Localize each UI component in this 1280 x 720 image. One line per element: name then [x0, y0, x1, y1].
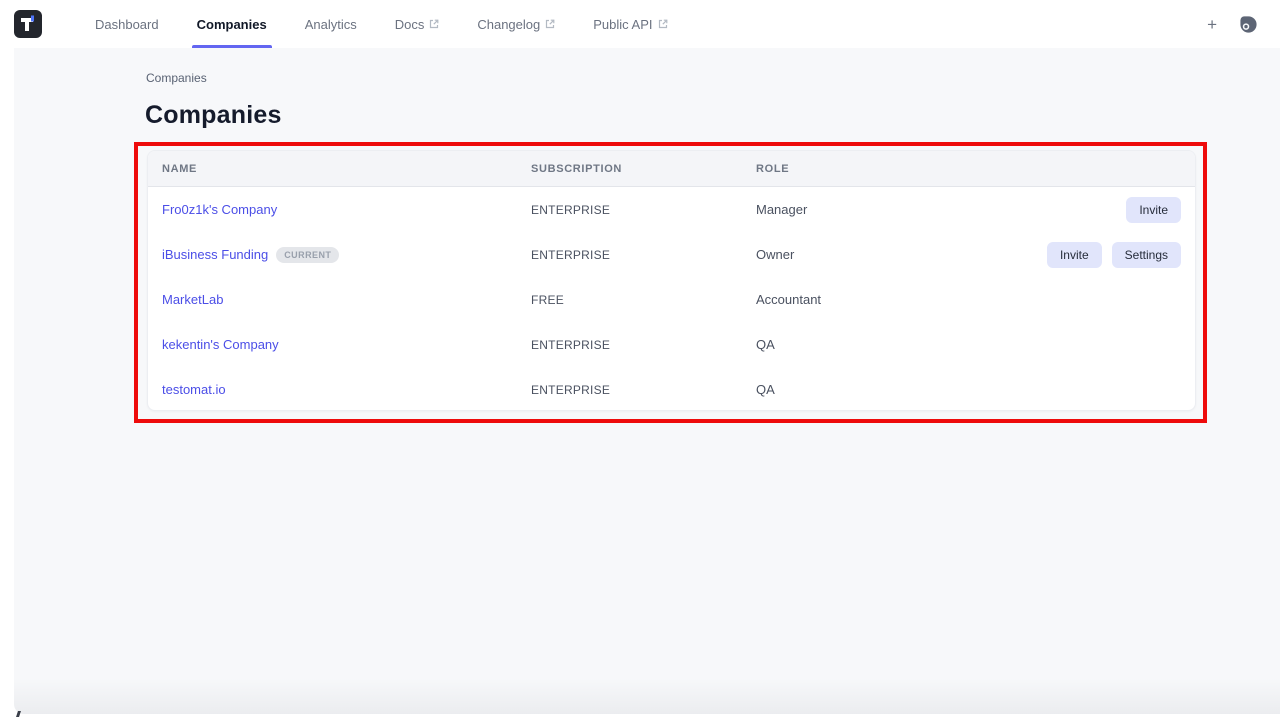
- role-cell: QA: [756, 337, 996, 352]
- content-area: Companies Companies NAME SUBSCRIPTION RO…: [14, 48, 1280, 714]
- nav-item-docs[interactable]: Docs: [376, 0, 459, 48]
- table-body: Fro0z1k's CompanyENTERPRISEManagerInvite…: [148, 187, 1195, 411]
- company-link[interactable]: Fro0z1k's Company: [162, 202, 277, 217]
- company-link[interactable]: kekentin's Company: [162, 337, 279, 352]
- user-avatar[interactable]: [1239, 15, 1258, 34]
- nav-item-label: Public API: [593, 17, 652, 32]
- column-header-subscription: SUBSCRIPTION: [531, 163, 756, 175]
- topbar-actions: +: [1207, 15, 1280, 34]
- column-header-role: ROLE: [756, 163, 996, 175]
- subscription-cell: ENTERPRISE: [531, 383, 756, 397]
- table-row: kekentin's Company ENTERPRISEQA: [148, 322, 1195, 367]
- add-button[interactable]: +: [1207, 16, 1217, 33]
- table-row: iBusiness FundingCURRENTENTERPRISEOwnerI…: [148, 232, 1195, 277]
- subscription-cell: ENTERPRISE: [531, 248, 756, 262]
- main-nav: Dashboard Companies Analytics Docs Changelog…: [76, 0, 687, 48]
- company-link[interactable]: testomat.io: [162, 382, 226, 397]
- nav-item-analytics[interactable]: Analytics: [286, 0, 376, 48]
- role-cell: Owner: [756, 247, 996, 262]
- company-name-cell: iBusiness Funding CURRENT: [162, 247, 531, 263]
- nav-item-changelog[interactable]: Changelog: [458, 0, 574, 48]
- nav-item-dashboard[interactable]: Dashboard: [76, 0, 178, 48]
- company-name-cell: kekentin's Company: [162, 337, 531, 352]
- role-cell: Manager: [756, 202, 996, 217]
- external-link-icon: [658, 20, 668, 29]
- table-header-row: NAME SUBSCRIPTION ROLE: [148, 151, 1195, 187]
- external-link-icon: [429, 20, 439, 29]
- table-row: MarketLab FREEAccountant: [148, 277, 1195, 322]
- nav-item-public-api[interactable]: Public API: [574, 0, 686, 48]
- company-name-cell: MarketLab: [162, 292, 531, 307]
- role-cell: Accountant: [756, 292, 996, 307]
- invite-button[interactable]: Invite: [1047, 242, 1102, 268]
- table-row: Fro0z1k's Company ENTERPRISEManager Invite: [148, 187, 1195, 232]
- row-actions: Invite Settings: [996, 242, 1181, 268]
- table-row: testomat.io ENTERPRISEQA: [148, 367, 1195, 411]
- company-name-cell: testomat.io: [162, 382, 531, 397]
- role-cell: QA: [756, 382, 996, 397]
- invite-button[interactable]: Invite: [1126, 197, 1181, 223]
- nav-item-label: Dashboard: [95, 17, 159, 32]
- company-link[interactable]: MarketLab: [162, 292, 223, 307]
- companies-table: NAME SUBSCRIPTION ROLE Fro0z1k's Company…: [147, 150, 1196, 411]
- nav-item-label: Companies: [197, 17, 267, 32]
- subscription-cell: ENTERPRISE: [531, 338, 756, 352]
- cursor-artifact: [16, 711, 21, 717]
- settings-button[interactable]: Settings: [1112, 242, 1181, 268]
- app-logo-icon[interactable]: [14, 10, 42, 38]
- company-link[interactable]: iBusiness Funding: [162, 247, 268, 262]
- page-title: Companies: [145, 101, 282, 130]
- topbar: Dashboard Companies Analytics Docs Changelog…: [0, 0, 1280, 48]
- company-name-cell: Fro0z1k's Company: [162, 202, 531, 217]
- nav-item-label: Docs: [395, 17, 425, 32]
- subscription-cell: FREE: [531, 293, 756, 307]
- column-header-name: NAME: [162, 163, 531, 175]
- external-link-icon: [545, 20, 555, 29]
- subscription-cell: ENTERPRISE: [531, 203, 756, 217]
- row-actions: Invite: [996, 197, 1181, 223]
- nav-item-label: Analytics: [305, 17, 357, 32]
- current-badge: CURRENT: [276, 247, 339, 263]
- nav-item-label: Changelog: [477, 17, 540, 32]
- breadcrumb[interactable]: Companies: [146, 71, 207, 85]
- nav-item-companies[interactable]: Companies: [178, 0, 286, 48]
